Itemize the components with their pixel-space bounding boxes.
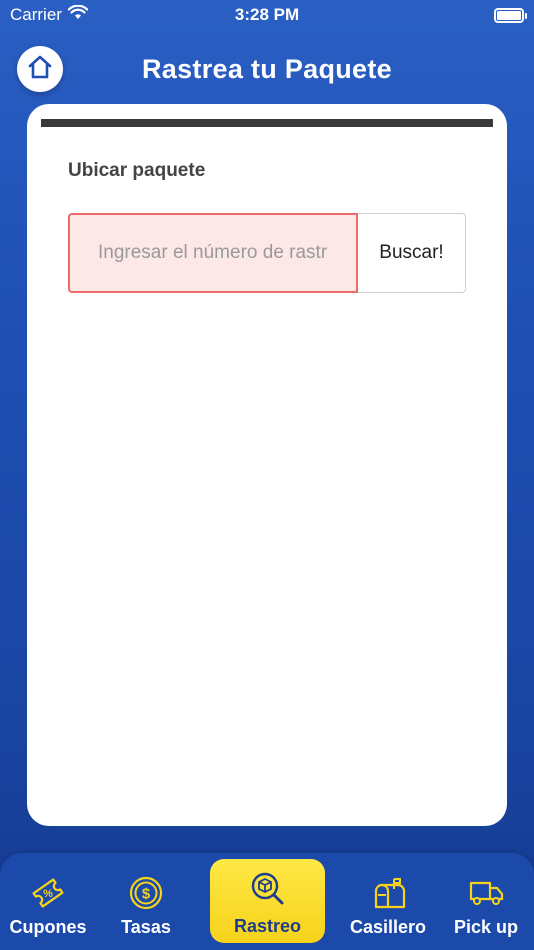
tab-label: Cupones xyxy=(9,917,87,937)
section-label: Ubicar paquete xyxy=(68,160,206,181)
tracking-search-row: Buscar! xyxy=(68,213,466,293)
truck-icon xyxy=(468,875,504,911)
dollar-coin-icon: $ xyxy=(129,875,163,911)
tracking-number-input[interactable] xyxy=(68,213,358,293)
status-left: Carrier xyxy=(10,4,89,25)
tab-tasas[interactable]: $ Tasas xyxy=(96,853,196,950)
tab-casillero[interactable]: Casillero xyxy=(338,853,438,950)
card-top-divider xyxy=(41,119,493,127)
tab-cupones[interactable]: % Cupones xyxy=(0,853,96,950)
coupon-icon: % xyxy=(30,875,66,911)
tab-label: Tasas xyxy=(121,917,171,937)
tab-rastreo[interactable]: Rastreo xyxy=(210,859,325,943)
tracking-card: Ubicar paquete Buscar! xyxy=(27,104,507,826)
tab-pick-up[interactable]: Pick up xyxy=(438,853,534,950)
bottom-tab-bar: % Cupones $ Tasas Rastreo Casillero Pick… xyxy=(0,853,534,950)
search-button[interactable]: Buscar! xyxy=(358,213,466,293)
svg-text:%: % xyxy=(43,888,53,900)
svg-text:$: $ xyxy=(142,886,151,903)
header: Rastrea tu Paquete xyxy=(0,44,534,94)
home-icon xyxy=(26,53,54,86)
home-button[interactable] xyxy=(17,46,63,92)
carrier-label: Carrier xyxy=(10,5,62,24)
tab-label: Pick up xyxy=(453,917,519,937)
wifi-icon xyxy=(67,4,89,25)
page-title: Rastrea tu Paquete xyxy=(142,53,392,84)
tab-label: Casillero xyxy=(349,917,427,937)
package-search-icon xyxy=(250,871,286,912)
mailbox-icon xyxy=(370,875,406,911)
battery-icon xyxy=(494,7,527,23)
tab-label: Rastreo xyxy=(233,916,302,936)
status-bar: Carrier 3:28 PM xyxy=(0,0,534,30)
